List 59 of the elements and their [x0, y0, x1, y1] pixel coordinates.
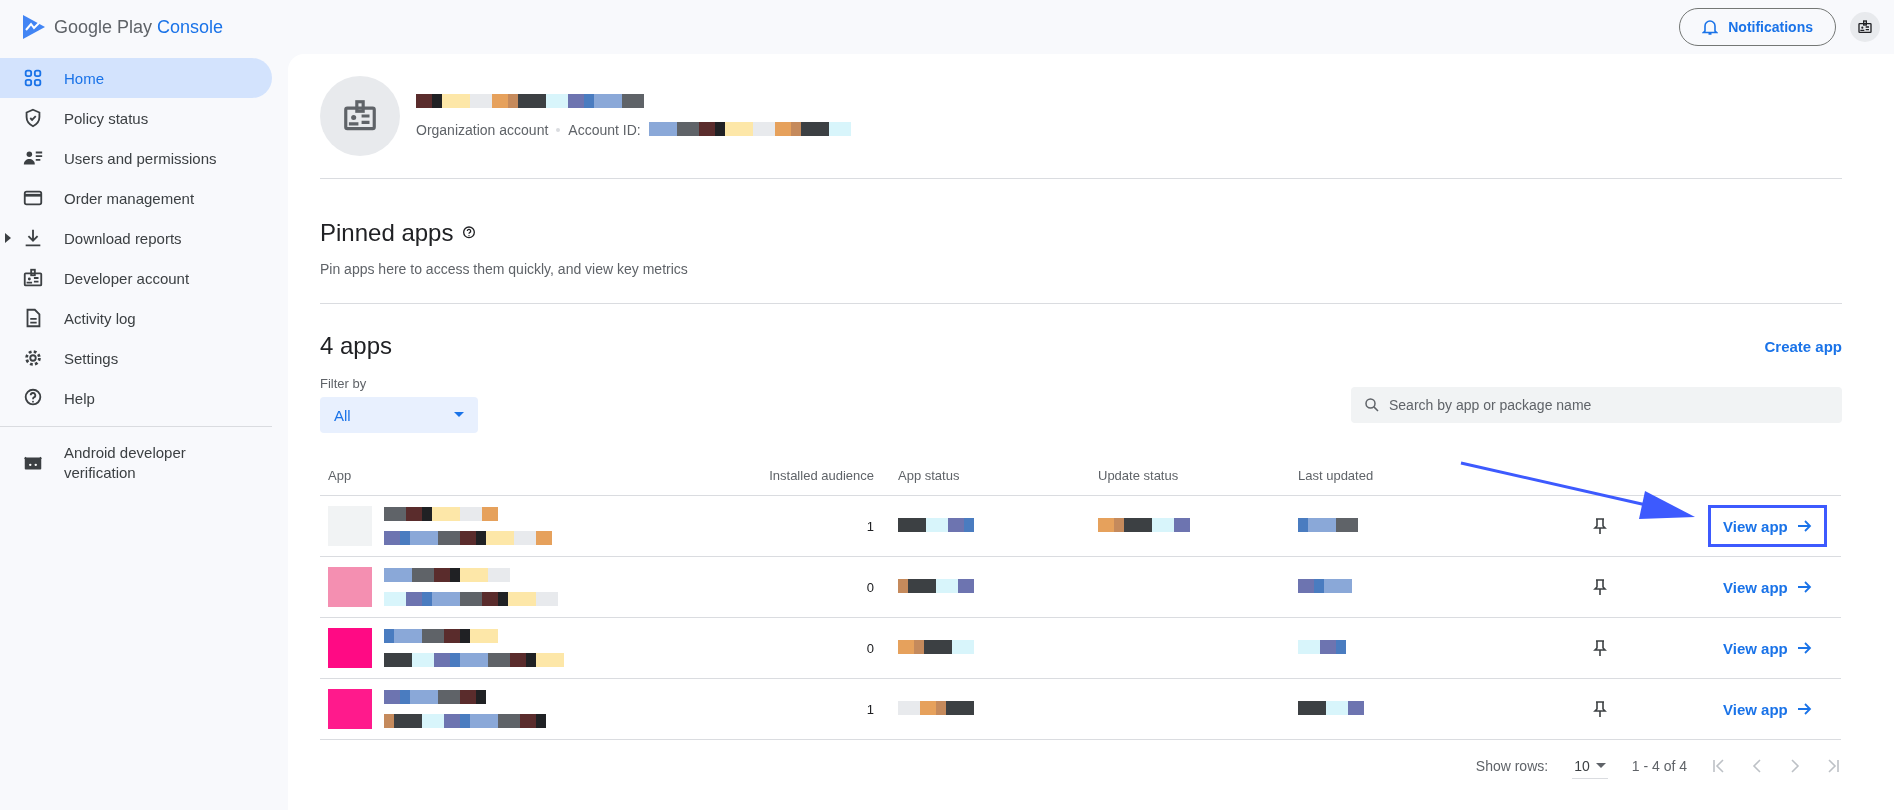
account-avatar-icon[interactable] [1850, 12, 1880, 42]
section-title: Pinned apps [320, 219, 454, 247]
sidebar-item[interactable]: Download reports [0, 218, 272, 258]
pin-icon[interactable] [1593, 579, 1607, 595]
sidebar-item[interactable]: Order management [0, 178, 272, 218]
rows-per-page-label: Show rows: [1475, 758, 1549, 774]
dropdown-caret-icon [454, 412, 464, 418]
arrow-right-icon [1797, 520, 1812, 532]
pin-icon[interactable] [1593, 518, 1607, 534]
column-header: Last updated [1298, 467, 1374, 483]
column-header: Update status [1098, 467, 1179, 483]
filter-label: Filter by [320, 376, 368, 391]
create-app-link[interactable]: Create app [1764, 337, 1842, 355]
sidebar-item[interactable]: Android developer verification [0, 435, 272, 491]
pin-icon[interactable] [1593, 701, 1607, 717]
view-app-button[interactable]: View app [1708, 627, 1827, 669]
pixelated-last-updated [1298, 639, 1346, 654]
arrow-right-icon [1797, 703, 1812, 715]
pin-icon[interactable] [1593, 640, 1607, 656]
dropdown-caret-icon [1595, 762, 1606, 769]
column-header: App status [898, 467, 960, 483]
account-type: Organization account [416, 122, 549, 138]
apps-count-title: 4 apps [320, 332, 393, 360]
view-app-button[interactable]: View app [1708, 688, 1827, 730]
sidebar-item[interactable]: Activity log [0, 298, 272, 338]
sidebar-item[interactable]: Settings [0, 338, 272, 378]
audience-count: 1 [866, 518, 874, 534]
id-badge-icon [22, 267, 44, 289]
filter-dropdown[interactable]: All [320, 397, 478, 433]
grid-icon [22, 67, 44, 89]
pixelated-last-updated [1298, 700, 1364, 715]
arrow-right-icon [1797, 581, 1812, 593]
help-icon[interactable] [461, 225, 478, 241]
app-logo-text: Google Play Console [54, 16, 224, 38]
bell-icon [1702, 18, 1719, 36]
page-range: 1 - 4 of 4 [1631, 758, 1687, 774]
sidebar-item[interactable]: Help [0, 378, 272, 418]
play-logo-icon [22, 14, 46, 40]
search-icon [1363, 396, 1381, 414]
expand-caret-icon[interactable] [5, 233, 11, 243]
sidebar-item[interactable]: Home [0, 58, 272, 98]
search-field[interactable]: Search by app or package name [1351, 387, 1842, 423]
sidebar-item[interactable]: Policy status [0, 98, 272, 138]
pixelated-last-updated [1298, 578, 1352, 593]
sidebar-item[interactable]: Users and permissions [0, 138, 272, 178]
pixelated-last-updated [1298, 517, 1358, 532]
column-header: Installed audience [769, 467, 874, 483]
sidebar-item[interactable]: Developer account [0, 258, 272, 298]
audience-count: 0 [866, 640, 874, 656]
column-header: App [328, 467, 352, 483]
settings-icon [22, 347, 44, 369]
audience-count: 0 [866, 579, 874, 595]
view-app-button[interactable]: View app [1708, 505, 1827, 547]
account-id-label: Account ID: [568, 122, 641, 138]
view-app-button[interactable]: View app [1708, 566, 1827, 608]
rows-per-page-dropdown[interactable]: 10 [1572, 753, 1608, 779]
audience-count: 1 [866, 701, 874, 717]
arrow-right-icon [1797, 642, 1812, 654]
section-description: Pin apps here to access them quickly, and view key metrics [320, 261, 689, 277]
